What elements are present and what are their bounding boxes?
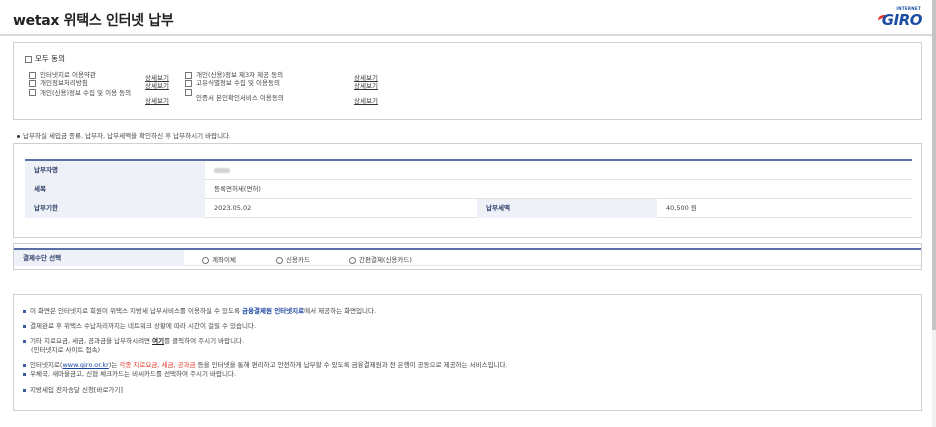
page-header: wetax 위택스 인터넷 납부 INTERNET GIRO	[0, 0, 936, 36]
checkbox-icon[interactable]	[25, 55, 32, 63]
guide-item-other: 기타 지로요금, 세금, 공과금을 납부하시려면 여기를 클릭하여 주시기 바랍…	[23, 337, 244, 345]
guide-section: 이 화면은 인터넷지로 회원이 위택스 지방세 납부서비스를 이용하실 수 있도…	[13, 294, 922, 411]
payment-notice-text: 납부하실 세입금 종류, 납부자, 납부세액을 확인하신 후 납부하시기 바랍니…	[23, 132, 232, 140]
due-date-value: 2023.05.02	[214, 204, 252, 212]
radio-easy-pay[interactable]: 간편결제(신용카드)	[349, 254, 412, 264]
agree-unique-id-label: 고유식별정보 수집 및 이용동의	[196, 79, 280, 87]
guide-item-other-sub: (인터넷지로 사이트 접속)	[31, 346, 101, 354]
guide-item-giro-info: 인터넷지로(www.giro.or.kr)는 각종 지로요금, 세금, 공과금 …	[23, 361, 508, 369]
payment-notice: 납부하실 세입금 종류, 납부자, 납부세액을 확인하신 후 납부하시기 바랍니…	[17, 130, 231, 140]
checkbox-icon[interactable]	[29, 72, 36, 79]
agree-privacy-policy-label: 개인정보처리방침	[40, 79, 88, 87]
logo-big-text: GIRO	[881, 11, 923, 29]
page-title: wetax 위택스 인터넷 납부	[13, 13, 174, 29]
radio-credit-card-label: 신용카드	[286, 256, 310, 264]
tax-type-value: 등록면허세(면허)	[214, 185, 261, 193]
payment-method-label: 결제수단 선택	[14, 250, 184, 266]
agree-cert-auth-label: 인증서 본인확인서비스 이용동의	[196, 94, 284, 102]
bullet-icon	[17, 134, 20, 138]
detail-link-cert-auth[interactable]: 상세보기	[354, 95, 378, 105]
amount-label: 납부세액	[477, 199, 657, 218]
due-date-label: 납부기한	[25, 199, 205, 218]
vertical-scrollbar[interactable]	[932, 0, 936, 427]
table-row: 납부기한 2023.05.02 납부세액 40,500 원	[25, 199, 912, 218]
guide-item-service: 이 화면은 인터넷지로 회원이 위택스 지방세 납부서비스를 이용하실 수 있도…	[23, 307, 376, 315]
guide-item-check-card: 우체국, 새마을금고, 신협 체크카드는 비씨카드를 선택하여 주시기 바랍니다…	[23, 370, 236, 378]
guide-item-processing: 결제완료 후 위택스 수납처리까지는 네트워크 상황에 따라 시간이 걸릴 수 …	[23, 322, 256, 330]
bullet-icon	[23, 339, 26, 343]
radio-easy-pay-label: 간편결제(신용카드)	[359, 256, 412, 264]
bullet-icon	[23, 372, 26, 376]
detail-link-info-collect[interactable]: 상세보기	[145, 95, 169, 105]
bullet-icon	[23, 388, 26, 392]
table-row: 납부자명	[25, 161, 912, 180]
checkbox-icon[interactable]	[185, 72, 192, 79]
bullet-icon	[23, 363, 26, 367]
detail-link-privacy-policy[interactable]: 상세보기	[145, 80, 169, 90]
checkbox-icon[interactable]	[185, 89, 192, 96]
agreement-section: 모두 동의 인터넷지로 이용약관 상세보기 개인정보처리방침 상세보기 개인(신…	[13, 42, 922, 120]
agree-third-party-label: 개인(신용)정보 제3자 제공 동의	[196, 71, 284, 79]
radio-credit-card[interactable]: 신용카드	[276, 254, 310, 264]
e-delivery-link[interactable]: 지방세입 전자송달 신청[바로가기]	[30, 386, 123, 394]
payment-method-row: 결제수단 선택 계좌이체 신용카드 간편결제(신용카드)	[14, 248, 921, 266]
payer-value	[205, 161, 912, 180]
agree-info-collect-label: 개인(신용)정보 수집 및 이용 동의	[40, 89, 132, 97]
here-link[interactable]: 여기	[152, 337, 164, 345]
bullet-icon	[23, 309, 26, 313]
table-row: 세목 등록면허세(면허)	[25, 180, 912, 199]
payment-method-section: 결제수단 선택 계좌이체 신용카드 간편결제(신용카드)	[13, 243, 922, 270]
amount-value: 40,500 원	[666, 204, 697, 212]
guide-item-e-delivery[interactable]: 지방세입 전자송달 신청[바로가기]	[23, 386, 123, 394]
radio-icon[interactable]	[202, 256, 209, 264]
radio-bank-transfer[interactable]: 계좌이체	[202, 254, 236, 264]
agree-all-checkbox[interactable]: 모두 동의	[25, 53, 65, 64]
radio-bank-transfer-label: 계좌이체	[212, 256, 236, 264]
checkbox-icon[interactable]	[185, 80, 192, 87]
detail-link-unique-id[interactable]: 상세보기	[354, 80, 378, 90]
payer-label: 납부자명	[25, 161, 205, 180]
checkbox-icon[interactable]	[29, 89, 36, 96]
agree-all-label: 모두 동의	[35, 54, 65, 63]
tax-type-label: 세목	[25, 180, 205, 199]
radio-icon[interactable]	[276, 256, 283, 264]
giro-logo: INTERNET GIRO	[876, 6, 923, 30]
masked-name	[214, 167, 230, 173]
radio-icon[interactable]	[349, 256, 356, 264]
payment-info-table: 납부자명 세목 등록면허세(면허) 납부기한 2023.05.02 납부세액 4…	[25, 159, 912, 218]
agree-terms-label: 인터넷지로 이용약관	[40, 71, 96, 79]
bullet-icon	[23, 324, 26, 328]
scrollbar-thumb[interactable]	[932, 0, 936, 330]
giro-site-link[interactable]: www.giro.or.kr	[62, 361, 108, 369]
payment-info-section: 납부자명 세목 등록면허세(면허) 납부기한 2023.05.02 납부세액 4…	[13, 143, 922, 238]
checkbox-icon[interactable]	[29, 80, 36, 87]
